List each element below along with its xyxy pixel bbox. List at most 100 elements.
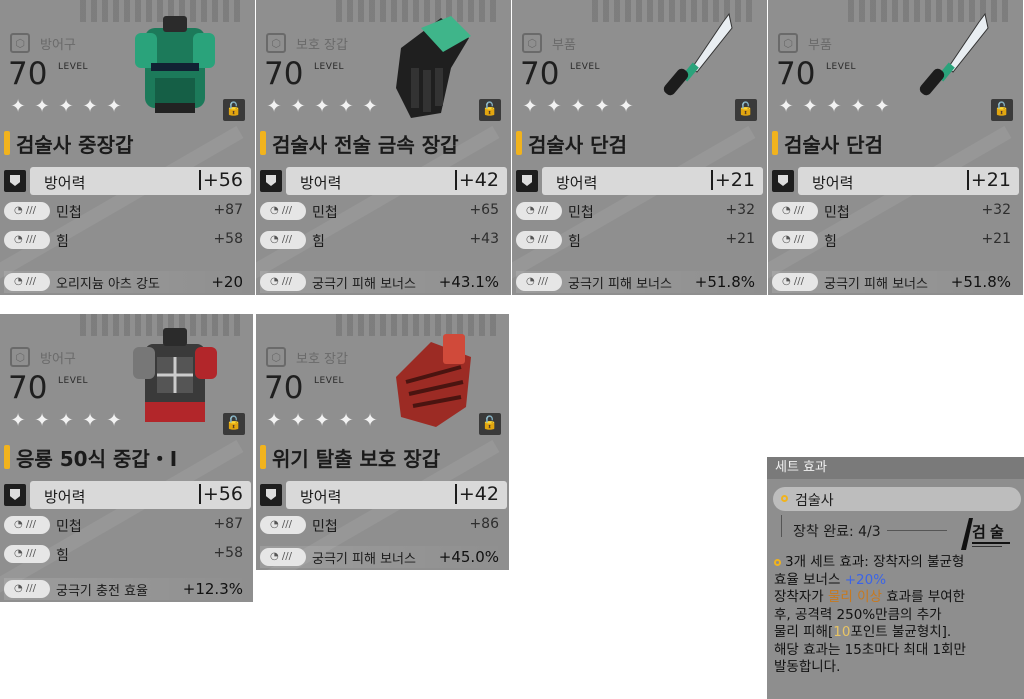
star-icon: ✦ bbox=[802, 96, 818, 117]
bonus-stat-row: ◔ /// 오리지늄 아츠 강도 +20 bbox=[4, 271, 251, 293]
substat-gauge-icon: ◔ /// bbox=[260, 202, 306, 220]
category-label: 방어구 bbox=[40, 37, 76, 53]
star-icon: ✦ bbox=[362, 410, 378, 431]
category-icon: ⬡ bbox=[10, 33, 30, 53]
substat-label: 힘 bbox=[56, 548, 69, 564]
unlock-icon[interactable]: 🔓 bbox=[223, 99, 245, 121]
unlock-icon[interactable]: 🔓 bbox=[991, 99, 1013, 121]
main-stat-row: 방어력 +42 bbox=[260, 481, 507, 509]
substat-value: +65 bbox=[469, 202, 499, 218]
substat-value: +58 bbox=[213, 231, 243, 247]
level-label: LEVEL bbox=[314, 376, 345, 386]
main-stat-row: 방어력 +42 bbox=[260, 167, 507, 195]
bonus-stat-row: ◔ /// 궁극기 충전 효율 +12.3% bbox=[4, 578, 251, 600]
main-stat-label: 방어력 bbox=[44, 174, 86, 192]
item-name-label: 검술사 단검 bbox=[528, 132, 627, 157]
star-icon: ✦ bbox=[290, 410, 306, 431]
category-icon: ⬡ bbox=[778, 33, 798, 53]
rarity-bar bbox=[4, 445, 10, 469]
substat-gauge-icon: ◔ /// bbox=[260, 516, 306, 534]
equipment-card-1[interactable]: ⬡ 방어구 70 LEVEL ✦ ✦ ✦ ✦ ✦ 🔓 검술사 중장갑 방어력 +56 ◔… bbox=[0, 0, 255, 295]
level-value: 70 bbox=[776, 56, 816, 92]
level-label: LEVEL bbox=[826, 62, 857, 72]
star-icon: ✦ bbox=[338, 96, 354, 117]
equipment-card-2[interactable]: ⬡ 보호 장갑 70 LEVEL ✦ ✦ ✦ ✦ ✦ 🔓 검술사 전술 금속 장갑 방어… bbox=[256, 0, 511, 295]
substat-gauge-icon: ◔ /// bbox=[772, 231, 818, 249]
substat-gauge-icon: ◔ /// bbox=[4, 231, 50, 249]
star-icon: ✦ bbox=[58, 410, 74, 431]
star-icon: ✦ bbox=[874, 96, 890, 117]
item-image bbox=[663, 12, 733, 96]
substat-row: ◔ /// 힘 +43 bbox=[260, 229, 507, 251]
shield-icon bbox=[516, 170, 538, 192]
substat-gauge-icon: ◔ /// bbox=[4, 580, 50, 598]
category-icon: ⬡ bbox=[10, 347, 30, 367]
star-icon: ✦ bbox=[266, 96, 282, 117]
substat-label: 힘 bbox=[568, 234, 581, 250]
substat-value: +87 bbox=[213, 516, 243, 532]
bonus-stat-row: ◔ /// 궁극기 피해 보너스 +43.1% bbox=[260, 271, 507, 293]
item-name-label: 위기 탈출 보호 장갑 bbox=[272, 446, 441, 471]
substat-label: 힘 bbox=[824, 234, 837, 250]
star-icon: ✦ bbox=[34, 96, 50, 117]
unlock-icon[interactable]: 🔓 bbox=[479, 99, 501, 121]
rarity-bar bbox=[260, 445, 266, 469]
main-stat-label: 방어력 bbox=[812, 174, 854, 192]
desc-keyword: 물리 이상 bbox=[827, 589, 882, 605]
category-icon: ⬡ bbox=[266, 347, 286, 367]
substat-row: ◔ /// 민첩 +32 bbox=[772, 200, 1019, 222]
substat-label: 민첩 bbox=[568, 205, 594, 221]
category: ⬡ 부품 bbox=[522, 32, 576, 54]
category-label: 부품 bbox=[552, 37, 576, 53]
unlock-icon[interactable]: 🔓 bbox=[735, 99, 757, 121]
rarity-bar bbox=[4, 131, 10, 155]
bonus-stat-label: 궁극기 피해 보너스 bbox=[824, 277, 928, 292]
substat-gauge-icon: ◔ /// bbox=[516, 231, 562, 249]
substat-row: ◔ /// 힘 +21 bbox=[772, 229, 1019, 251]
main-stat-value: +56 bbox=[198, 170, 243, 190]
star-icon: ✦ bbox=[10, 96, 26, 117]
bonus-stat-label: 궁극기 피해 보너스 bbox=[312, 277, 416, 292]
equipment-card-3[interactable]: ⬡ 부품 70 LEVEL ✦ ✦ ✦ ✦ ✦ 🔓 검술사 단검 방어력 +21 ◔ /… bbox=[512, 0, 767, 295]
main-stat-value: +42 bbox=[454, 170, 499, 190]
item-name-label: 검술사 중장갑 bbox=[16, 132, 134, 157]
svg-text:검: 검 bbox=[972, 523, 986, 541]
level-value: 70 bbox=[264, 370, 304, 406]
desc-text: 장착자가 bbox=[774, 589, 824, 605]
divider bbox=[887, 530, 947, 531]
unlock-icon[interactable]: 🔓 bbox=[479, 413, 501, 435]
shield-icon bbox=[772, 170, 794, 192]
substat-row: ◔ /// 민첩 +65 bbox=[260, 200, 507, 222]
item-image bbox=[396, 16, 471, 118]
category-label: 부품 bbox=[808, 37, 832, 53]
star-icon: ✦ bbox=[266, 410, 282, 431]
star-icon: ✦ bbox=[106, 410, 122, 431]
level-value: 70 bbox=[520, 56, 560, 92]
bonus-stat-label: 궁극기 충전 효율 bbox=[56, 584, 148, 599]
item-name-label: 응룡 50식 중갑・I bbox=[16, 446, 178, 471]
set-name-pill[interactable]: 검술사 bbox=[773, 487, 1021, 511]
substat-row: ◔ /// 민첩 +87 bbox=[4, 514, 251, 536]
category: ⬡ 보호 장갑 bbox=[266, 32, 348, 54]
main-stat-row: 방어력 +56 bbox=[4, 481, 251, 509]
substat-row: ◔ /// 민첩 +87 bbox=[4, 200, 251, 222]
substat-gauge-icon: ◔ /// bbox=[4, 202, 50, 220]
substat-gauge-icon: ◔ /// bbox=[516, 273, 562, 291]
bonus-stat-value: +20 bbox=[211, 273, 243, 291]
substat-row: ◔ /// 민첩 +86 bbox=[260, 514, 507, 536]
star-icon: ✦ bbox=[290, 96, 306, 117]
main-stat-row: 방어력 +21 bbox=[772, 167, 1019, 195]
main-stat-value: +21 bbox=[710, 170, 755, 190]
category: ⬡ 방어구 bbox=[10, 346, 76, 368]
item-name: 검술사 중장갑 bbox=[4, 129, 133, 157]
shield-icon bbox=[4, 170, 26, 192]
equipment-card-5[interactable]: ⬡ 방어구 70 LEVEL ✦ ✦ ✦ ✦ ✦ 🔓 응룡 50식 중갑・I 방어력 +… bbox=[0, 314, 253, 602]
substat-label: 힘 bbox=[56, 234, 69, 250]
unlock-icon[interactable]: 🔓 bbox=[223, 413, 245, 435]
substat-label: 힘 bbox=[312, 234, 325, 250]
main-stat-label: 방어력 bbox=[556, 174, 598, 192]
substat-gauge-icon: ◔ /// bbox=[4, 545, 50, 563]
equipment-card-6[interactable]: ⬡ 보호 장갑 70 LEVEL ✦ ✦ ✦ ✦ ✦ 🔓 위기 탈출 보호 장갑 방어력… bbox=[256, 314, 509, 570]
equipment-card-4[interactable]: ⬡ 부품 70 LEVEL ✦ ✦ ✦ ✦ ✦ 🔓 검술사 단검 방어력 +21 ◔ /… bbox=[768, 0, 1023, 295]
substat-row: ◔ /// 힘 +58 bbox=[4, 543, 251, 565]
